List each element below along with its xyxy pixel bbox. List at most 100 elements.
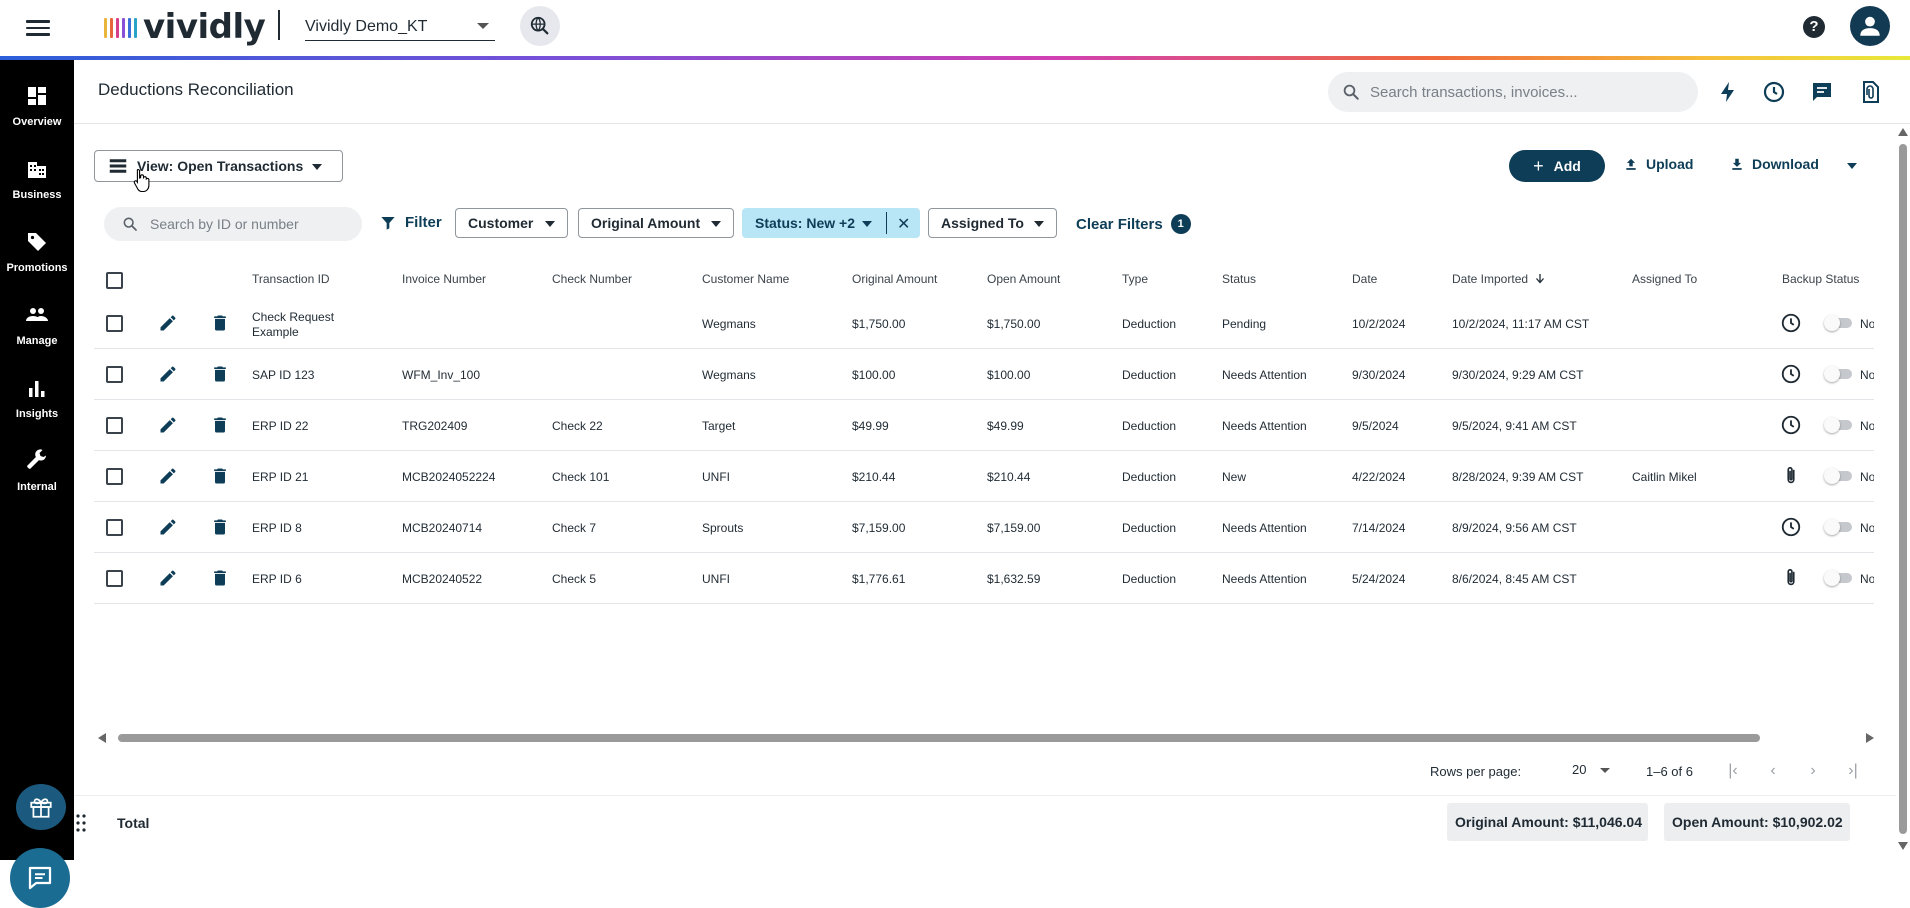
backup-toggle[interactable] xyxy=(1824,417,1852,433)
clock-icon[interactable] xyxy=(1780,363,1802,390)
trash-icon[interactable] xyxy=(210,466,230,491)
clock-icon[interactable] xyxy=(1780,414,1802,441)
edit-icon[interactable] xyxy=(158,466,178,491)
people-icon xyxy=(26,308,48,321)
sidebar-item-insights[interactable]: Insights xyxy=(0,352,74,420)
clock-icon[interactable] xyxy=(1762,80,1786,104)
clock-icon[interactable] xyxy=(1780,516,1802,543)
table-row[interactable]: ERP ID 6 MCB20240522 Check 5 UNFI $1,776.61 $… xyxy=(94,553,1874,604)
previous-page-icon[interactable]: ‹ xyxy=(1763,762,1783,782)
vividly-logo[interactable]: vividly xyxy=(104,7,266,47)
row-checkbox[interactable] xyxy=(106,417,123,434)
lightning-icon[interactable] xyxy=(1716,80,1740,104)
gift-button[interactable] xyxy=(16,784,66,830)
view-selector-button[interactable]: View: Open Transactions xyxy=(94,150,343,182)
table-row[interactable]: ERP ID 8 MCB20240714 Check 7 Sprouts $7,159.… xyxy=(94,502,1874,553)
horizontal-scrollbar[interactable] xyxy=(98,731,1874,745)
backup-toggle[interactable] xyxy=(1824,315,1852,331)
trash-icon[interactable] xyxy=(210,364,230,389)
clock-icon[interactable] xyxy=(1780,312,1802,339)
column-header-type[interactable]: Type xyxy=(1122,272,1148,286)
id-search-input[interactable] xyxy=(150,216,350,232)
add-button[interactable]: + Add xyxy=(1509,150,1605,182)
sidebar-item-label: Insights xyxy=(15,408,59,420)
trash-icon[interactable] xyxy=(210,517,230,542)
backup-toggle[interactable] xyxy=(1824,366,1852,382)
sidebar-item-overview[interactable]: Overview xyxy=(0,60,74,128)
avatar[interactable] xyxy=(1850,6,1890,46)
scroll-down-arrow-icon[interactable] xyxy=(1898,842,1908,850)
row-checkbox[interactable] xyxy=(106,570,123,587)
table-row[interactable]: Check Request Example Wegmans $1,750.00 $1,… xyxy=(94,298,1874,349)
transaction-search-input[interactable] xyxy=(1370,83,1670,101)
org-select[interactable]: Vividly Demo_KT xyxy=(305,13,495,41)
table-row[interactable]: ERP ID 22 TRG202409 Check 22 Target $49.99 $4… xyxy=(94,400,1874,451)
row-checkbox[interactable] xyxy=(106,315,123,332)
column-header-date-imported[interactable]: Date Imported xyxy=(1452,272,1546,286)
paperclip-icon[interactable] xyxy=(1780,567,1802,594)
column-header-status[interactable]: Status xyxy=(1222,272,1256,286)
trash-icon[interactable] xyxy=(210,313,230,338)
first-page-icon[interactable]: |‹ xyxy=(1723,762,1743,782)
upload-button[interactable]: Upload xyxy=(1624,156,1693,172)
column-header-original-amount[interactable]: Original Amount xyxy=(852,272,937,286)
edit-icon[interactable] xyxy=(158,313,178,338)
vertical-scrollbar[interactable] xyxy=(1896,124,1910,854)
sidebar-item-internal[interactable]: Internal xyxy=(0,425,74,493)
column-header-date[interactable]: Date xyxy=(1352,272,1377,286)
column-header-customer-name[interactable]: Customer Name xyxy=(702,272,789,286)
edit-icon[interactable] xyxy=(158,415,178,440)
rows-per-page-select[interactable]: 20 xyxy=(1572,762,1610,780)
sidebar-item-promotions[interactable]: Promotions xyxy=(0,206,74,274)
transaction-search[interactable] xyxy=(1328,72,1698,112)
table-row[interactable]: ERP ID 21 MCB2024052224 Check 101 UNFI $210.… xyxy=(94,451,1874,502)
horizontal-scroll-thumb[interactable] xyxy=(118,734,1760,742)
last-page-icon[interactable]: ›| xyxy=(1843,762,1863,782)
table-row[interactable]: SAP ID 123 WFM_Inv_100 Wegmans $100.00 $100.… xyxy=(94,349,1874,400)
drag-handle-icon[interactable] xyxy=(76,813,86,833)
original-amount-filter-chip[interactable]: Original Amount xyxy=(578,208,734,238)
backup-toggle[interactable] xyxy=(1824,468,1852,484)
filter-button[interactable]: Filter xyxy=(380,214,442,231)
backup-toggle[interactable] xyxy=(1824,570,1852,586)
row-checkbox[interactable] xyxy=(106,468,123,485)
vertical-scroll-thumb[interactable] xyxy=(1899,144,1907,834)
menu-icon[interactable] xyxy=(26,16,50,40)
sidebar-item-manage[interactable]: Manage xyxy=(0,279,74,347)
download-button[interactable]: Download xyxy=(1730,156,1819,172)
trash-icon[interactable] xyxy=(210,568,230,593)
edit-icon[interactable] xyxy=(158,517,178,542)
comment-icon[interactable] xyxy=(1810,80,1834,104)
scroll-left-arrow-icon[interactable] xyxy=(98,733,106,743)
column-header-open-amount[interactable]: Open Amount xyxy=(987,272,1060,286)
column-header-backup-status[interactable]: Backup Status xyxy=(1782,272,1859,286)
customer-filter-chip[interactable]: Customer xyxy=(455,208,568,238)
column-header-invoice-number[interactable]: Invoice Number xyxy=(402,272,486,286)
backup-toggle[interactable] xyxy=(1824,519,1852,535)
support-chat-button[interactable] xyxy=(10,848,70,908)
paperclip-icon[interactable] xyxy=(1780,465,1802,492)
date-cell: 9/5/2024 xyxy=(1352,419,1399,433)
row-checkbox[interactable] xyxy=(106,366,123,383)
status-filter-chip[interactable]: Status: New +2 ✕ xyxy=(742,208,920,238)
id-search[interactable] xyxy=(104,207,362,241)
edit-icon[interactable] xyxy=(158,568,178,593)
column-header-transaction-id[interactable]: Transaction ID xyxy=(252,272,330,286)
select-all-checkbox[interactable] xyxy=(106,272,123,289)
column-header-check-number[interactable]: Check Number xyxy=(552,272,632,286)
help-icon[interactable]: ? xyxy=(1803,16,1825,38)
scroll-up-arrow-icon[interactable] xyxy=(1898,128,1908,136)
scroll-right-arrow-icon[interactable] xyxy=(1866,733,1874,743)
edit-icon[interactable] xyxy=(158,364,178,389)
trash-icon[interactable] xyxy=(210,415,230,440)
clear-filters-button[interactable]: Clear Filters 1 xyxy=(1076,214,1191,234)
clear-status-filter-icon[interactable]: ✕ xyxy=(897,214,910,234)
next-page-icon[interactable]: › xyxy=(1803,762,1823,782)
column-header-assigned-to[interactable]: Assigned To xyxy=(1632,272,1697,286)
global-search-toggle-button[interactable] xyxy=(520,6,560,46)
document-attachment-icon[interactable] xyxy=(1858,80,1882,104)
assigned-to-filter-chip[interactable]: Assigned To xyxy=(928,208,1057,238)
row-checkbox[interactable] xyxy=(106,519,123,536)
sidebar-item-business[interactable]: Business xyxy=(0,133,74,201)
download-options-chevron-icon[interactable] xyxy=(1847,163,1857,169)
